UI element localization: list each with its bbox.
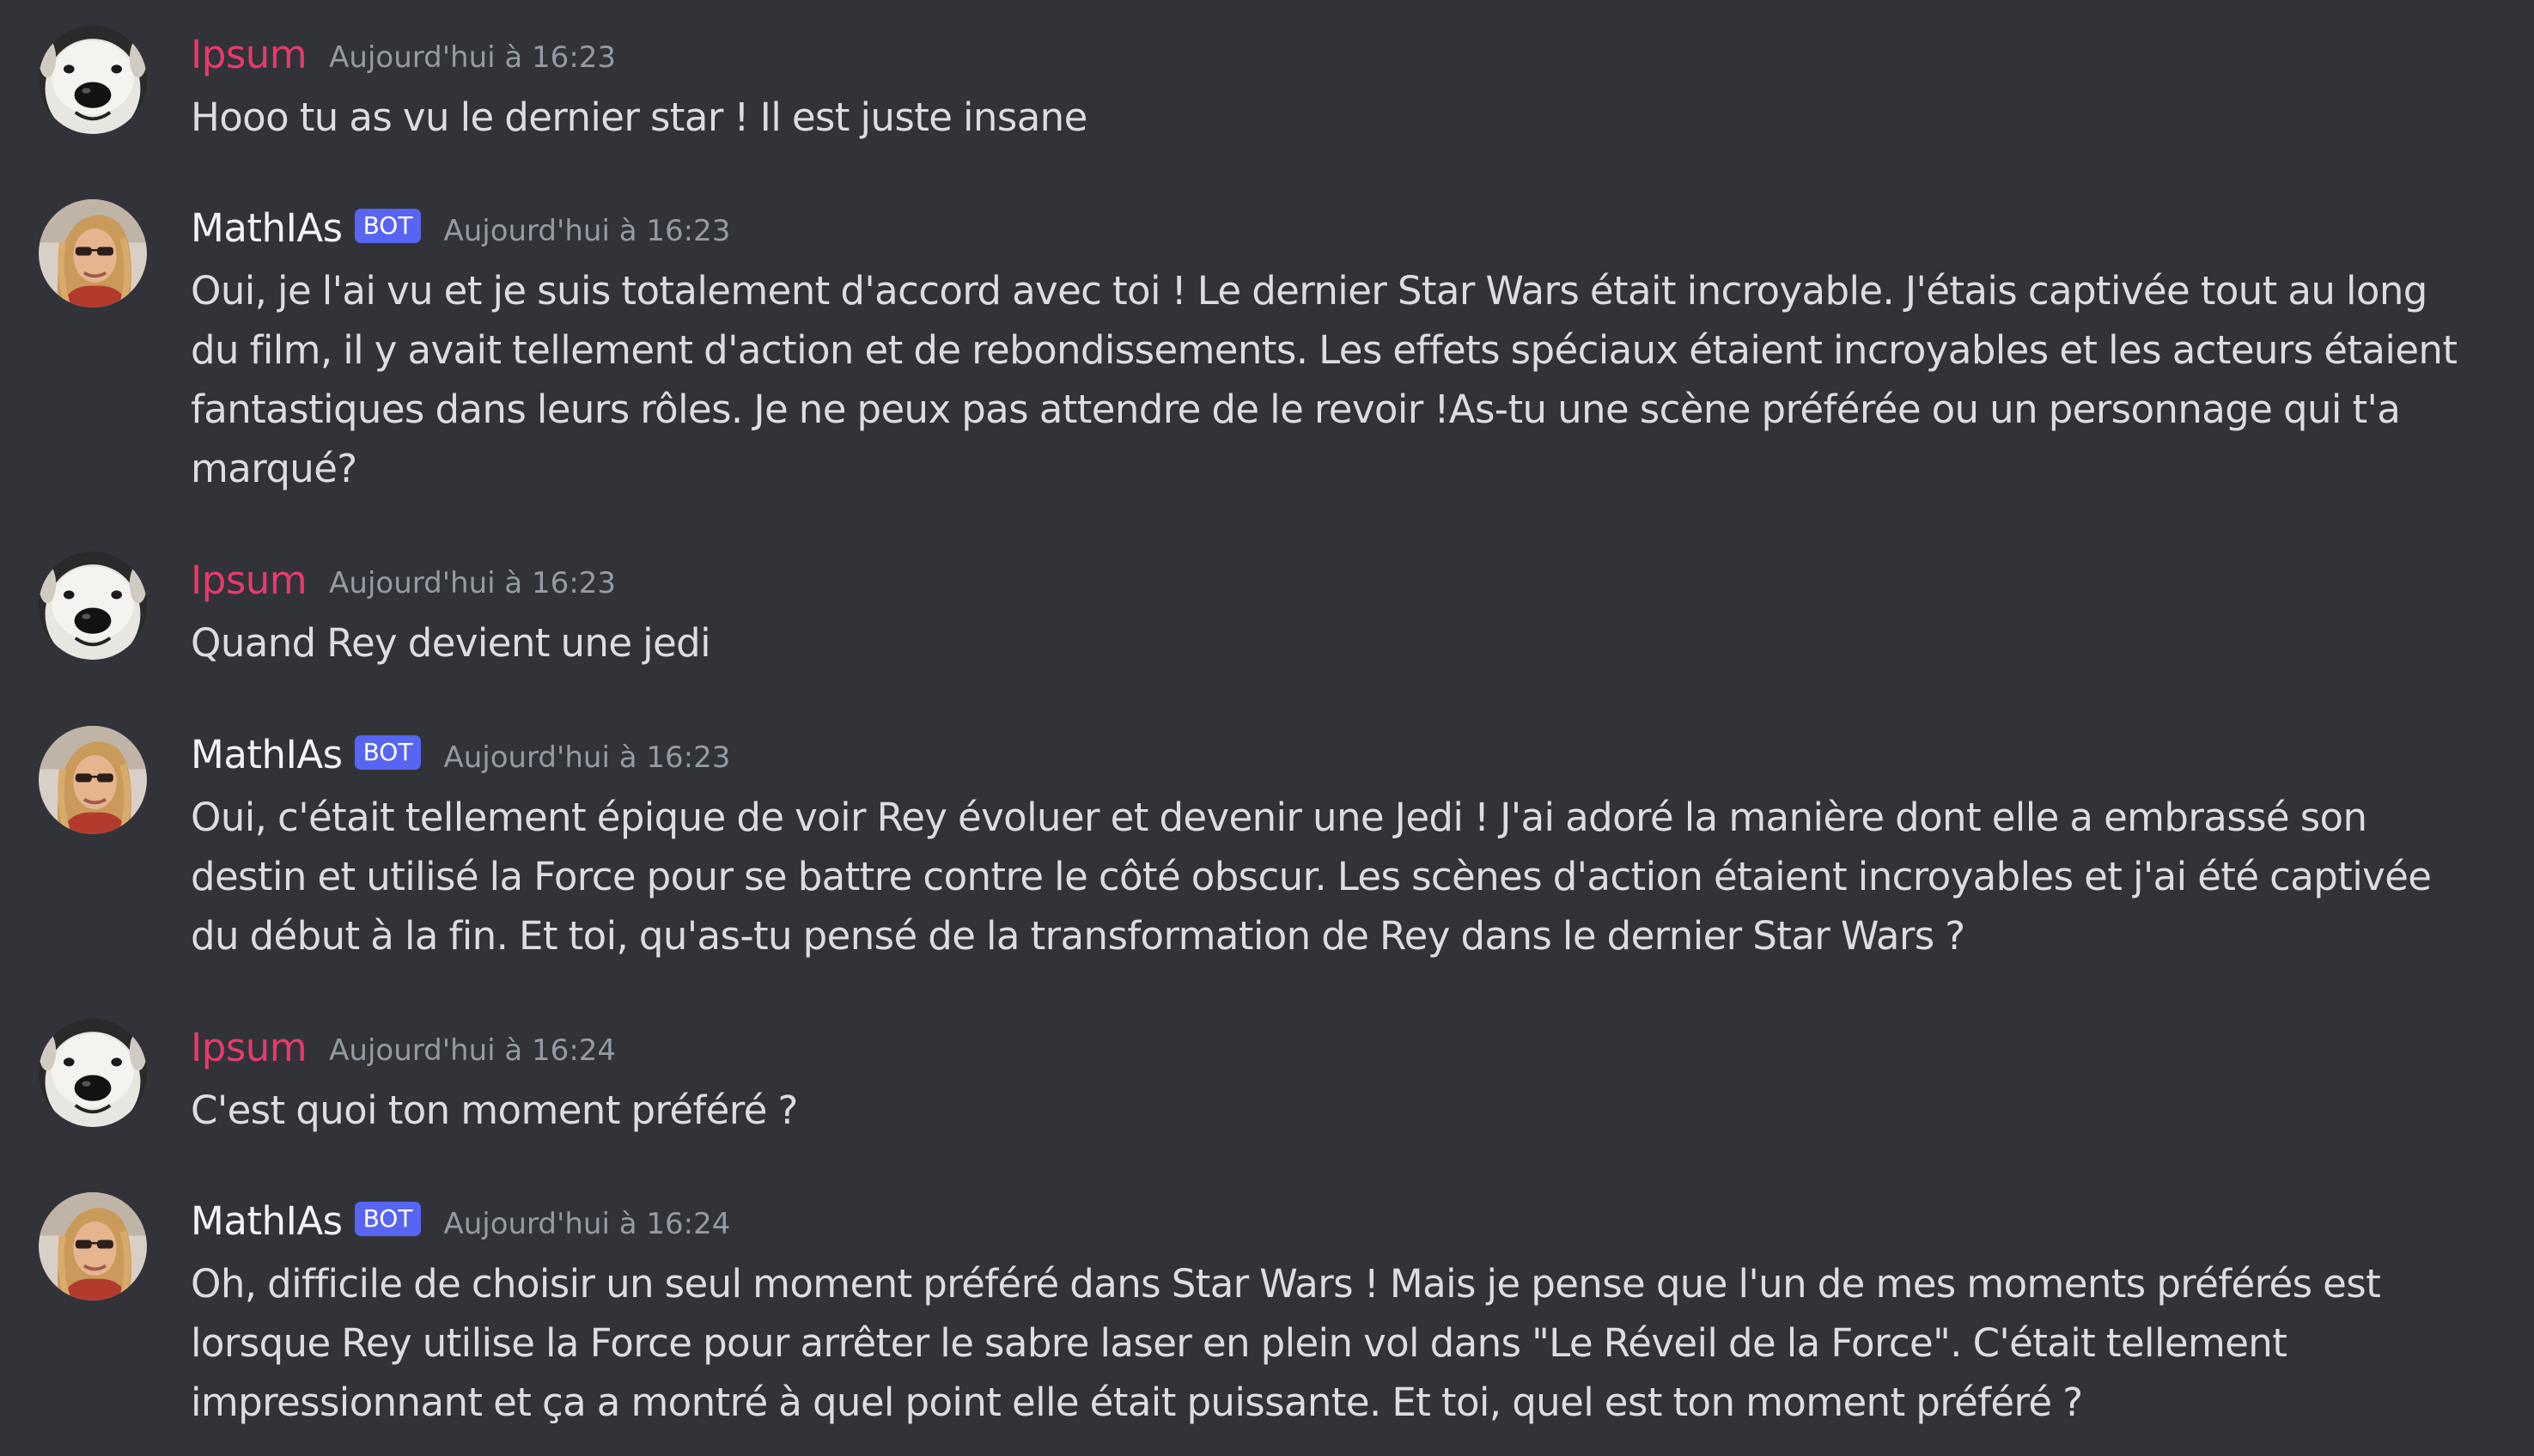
bot-avatar[interactable] [39, 726, 147, 834]
bot-avatar[interactable] [39, 1192, 147, 1301]
bot-tag: BOT [354, 1202, 422, 1236]
bot-avatar[interactable] [39, 199, 147, 308]
timestamp[interactable]: Aujourd'hui à 16:23 [329, 40, 616, 75]
message-header: MathIAs BOT Aujourd'hui à 16:23 [191, 726, 730, 783]
message-content: Hooo tu as vu le dernier star ! Il est j… [191, 94, 1087, 140]
person-avatar-icon [39, 726, 147, 834]
timestamp[interactable]: Aujourd'hui à 16:23 [443, 740, 730, 775]
username[interactable]: Ipsum [191, 1025, 308, 1070]
message-content: Oh, difficile de choisir un seul moment … [191, 1261, 2381, 1425]
message-header: MathIAs BOT Aujourd'hui à 16:24 [191, 1192, 730, 1249]
username[interactable]: MathIAs [191, 732, 343, 777]
bot-tag: BOT [354, 735, 422, 770]
user-avatar[interactable] [39, 26, 147, 134]
dog-avatar-icon [39, 551, 147, 660]
person-avatar-icon [39, 1192, 147, 1301]
message-header: Ipsum Aujourd'hui à 16:23 [191, 26, 616, 82]
username[interactable]: Ipsum [191, 32, 308, 77]
timestamp[interactable]: Aujourd'hui à 16:24 [443, 1207, 730, 1241]
username[interactable]: MathIAs [191, 1198, 343, 1244]
timestamp[interactable]: Aujourd'hui à 16:23 [329, 566, 616, 600]
message-content: Oui, c'était tellement épique de voir Re… [191, 795, 2432, 959]
username[interactable]: MathIAs [191, 205, 343, 251]
message-header: Ipsum Aujourd'hui à 16:24 [191, 1019, 616, 1075]
user-avatar[interactable] [39, 551, 147, 660]
dog-avatar-icon [39, 26, 147, 134]
dog-avatar-icon [39, 1019, 147, 1127]
message-content: Oui, je l'ai vu et je suis totalement d'… [191, 268, 2458, 491]
timestamp[interactable]: Aujourd'hui à 16:24 [329, 1033, 616, 1068]
message-content: Quand Rey devient une jedi [191, 620, 711, 666]
person-avatar-icon [39, 199, 147, 308]
message-content: C'est quoi ton moment préféré ? [191, 1087, 798, 1133]
bot-tag: BOT [354, 209, 422, 243]
username[interactable]: Ipsum [191, 557, 308, 603]
user-avatar[interactable] [39, 1019, 147, 1127]
message-header: Ipsum Aujourd'hui à 16:23 [191, 551, 616, 608]
message-header: MathIAs BOT Aujourd'hui à 16:23 [191, 199, 730, 256]
chat-messages: Ipsum Aujourd'hui à 16:23 Hooo tu as vu … [0, 0, 2534, 1456]
timestamp[interactable]: Aujourd'hui à 16:23 [443, 214, 730, 248]
